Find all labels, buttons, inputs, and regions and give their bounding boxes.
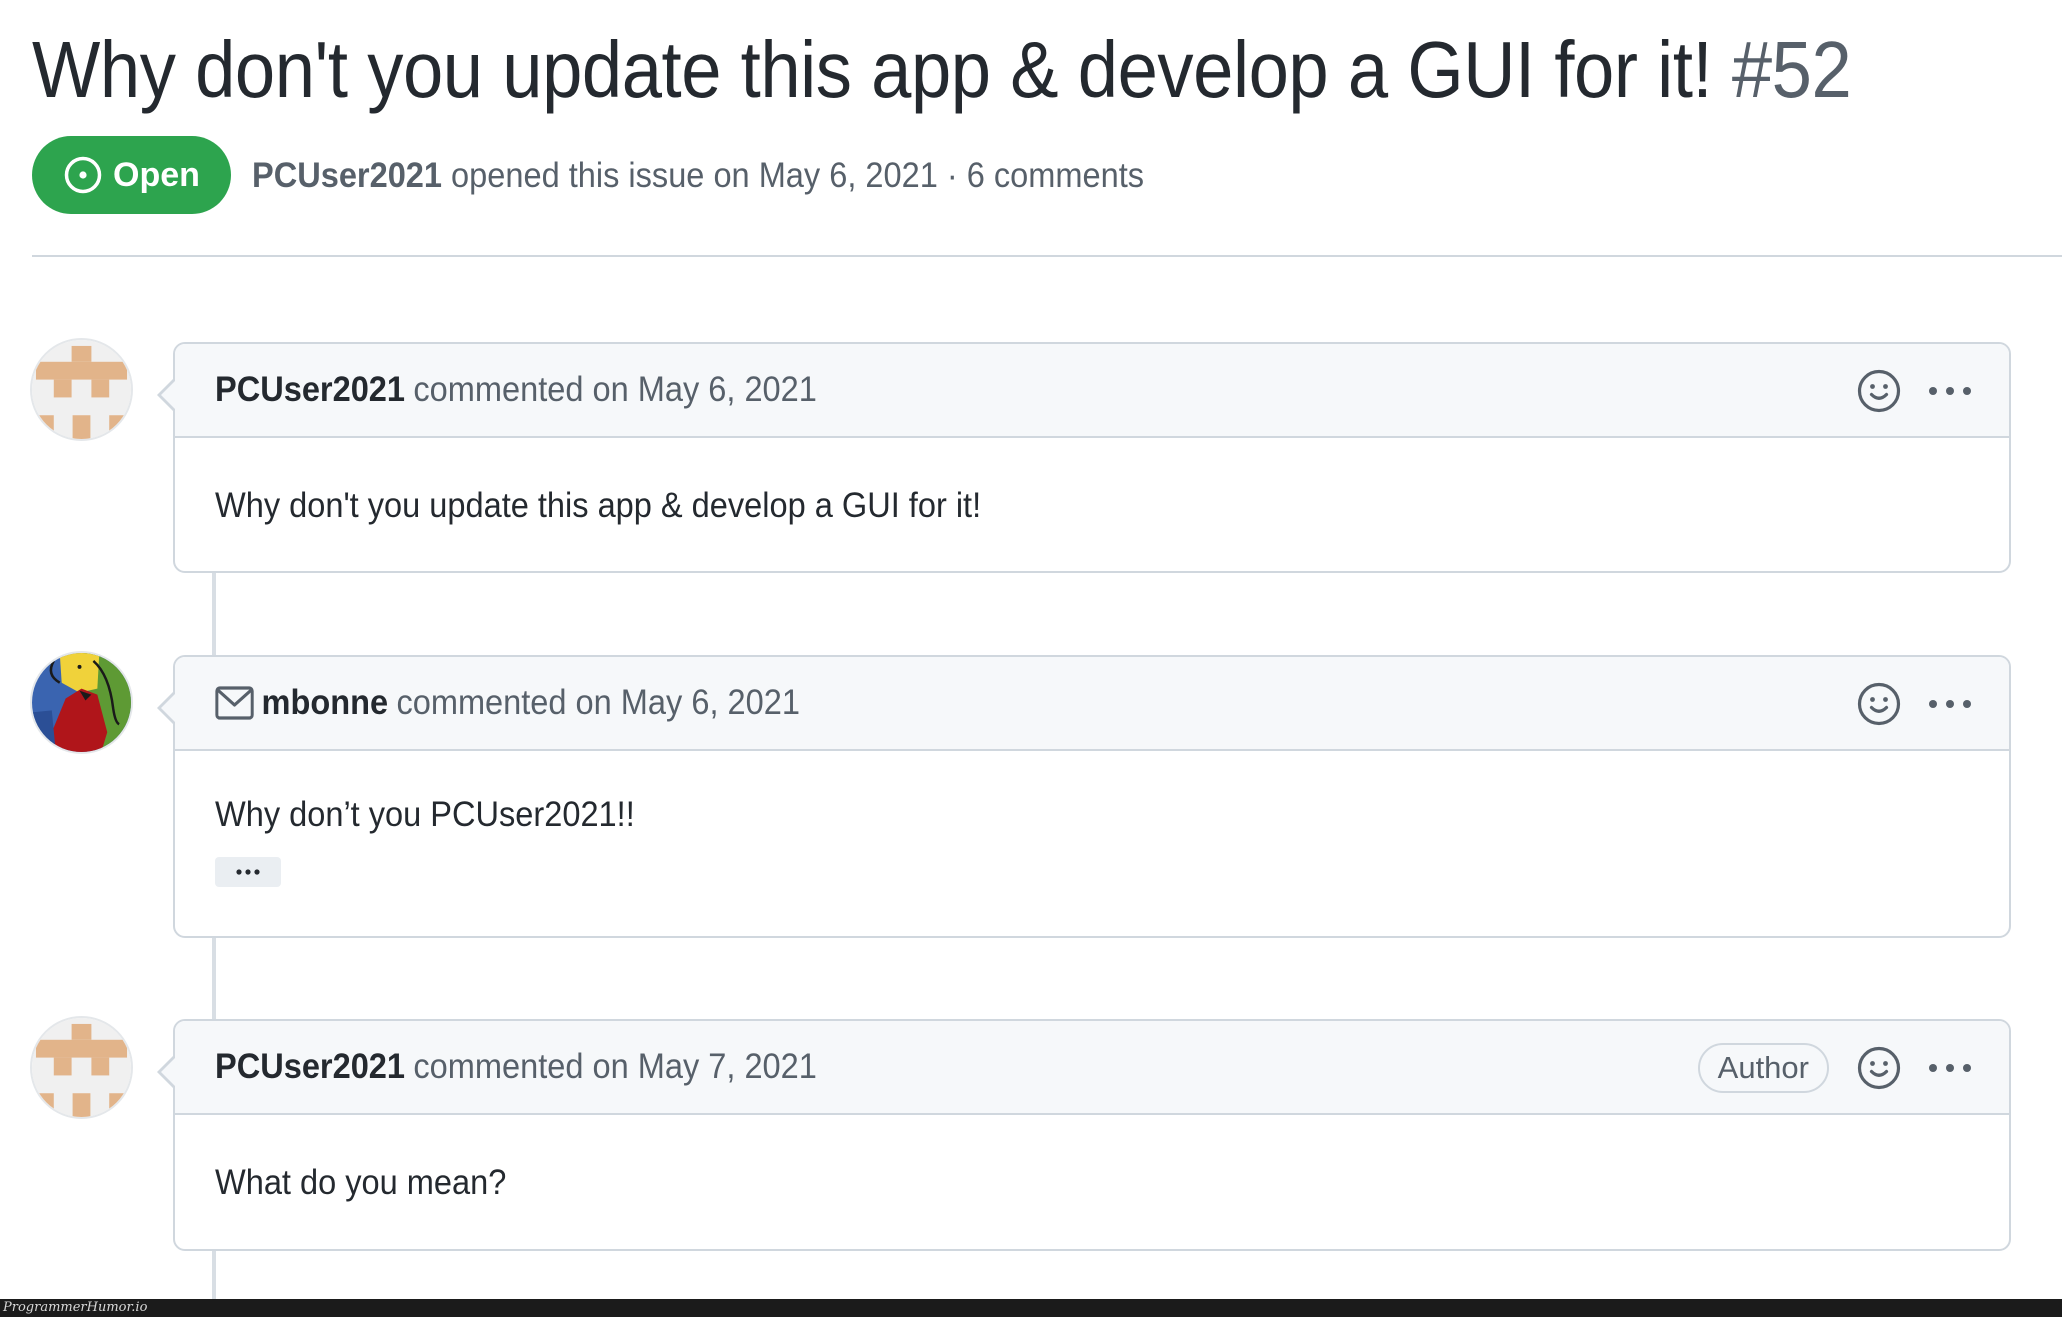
issue-state-label: Open	[113, 155, 200, 194]
comment-body: Why don’t you PCUser2021!!	[175, 751, 2009, 887]
comment-header: PCUser2021 commented on May 6, 2021	[175, 344, 2009, 438]
timeline-connector	[212, 938, 216, 1019]
comment-actions	[1857, 344, 1973, 438]
comment-actions: Author	[1697, 1021, 1973, 1115]
comment-header-text: mbonne commented on May 6, 2021	[215, 683, 800, 723]
issue-number: #52	[1731, 25, 1852, 114]
comment-timestamp[interactable]: commented on May 6, 2021	[413, 370, 817, 410]
issue-title: Why don't you update this app & develop …	[32, 22, 1852, 118]
add-reaction-icon[interactable]	[1857, 1046, 1901, 1090]
author-role-badge: Author	[1697, 1043, 1829, 1093]
comment: PCUser2021 commented on May 7, 2021 Auth…	[157, 1019, 2011, 1251]
comment: PCUser2021 commented on May 6, 2021 Why …	[157, 342, 2011, 573]
comment-header: PCUser2021 commented on May 7, 2021 Auth…	[175, 1021, 2009, 1115]
timeline-connector	[212, 1251, 216, 1299]
comment-author-link[interactable]: PCUser2021	[215, 1047, 405, 1087]
kebab-horizontal-icon[interactable]	[1927, 697, 1973, 711]
watermark-text: ProgrammerHumor.io	[3, 1300, 148, 1315]
mail-icon	[215, 686, 254, 720]
issue-opened-icon	[64, 156, 102, 194]
show-hidden-content-button[interactable]	[215, 857, 281, 887]
comment-timestamp[interactable]: commented on May 7, 2021	[413, 1047, 817, 1087]
comment-body: What do you mean?	[175, 1115, 2009, 1205]
issue-title-text: Why don't you update this app & develop …	[32, 25, 1713, 114]
add-reaction-icon[interactable]	[1857, 369, 1901, 413]
comment-body-text: Why don’t you PCUser2021!!	[215, 795, 635, 834]
comment-body-text: What do you mean?	[215, 1163, 507, 1202]
add-reaction-icon[interactable]	[1857, 682, 1901, 726]
comment: mbonne commented on May 6, 2021 Why don’…	[157, 655, 2011, 938]
header-divider	[32, 255, 2062, 257]
comment-header: mbonne commented on May 6, 2021	[175, 657, 2009, 751]
comment-avatar-pcuser2021[interactable]	[30, 1016, 133, 1119]
issue-meta: PCUser2021 opened this issue on May 6, 2…	[252, 154, 1144, 198]
comment-author-link[interactable]: PCUser2021	[215, 370, 405, 410]
kebab-horizontal-icon[interactable]	[1927, 384, 1973, 398]
comment-author-link[interactable]: mbonne	[262, 683, 389, 723]
issue-state-badge: Open	[32, 136, 231, 214]
ellipsis-icon	[236, 869, 260, 875]
identicon-avatar-icon	[32, 1018, 131, 1117]
comment-header-text: PCUser2021 commented on May 6, 2021	[215, 370, 817, 410]
timeline-connector	[212, 573, 216, 655]
kebab-horizontal-icon[interactable]	[1927, 1061, 1973, 1075]
comment-body-text: Why don't you update this app & develop …	[215, 486, 982, 525]
identicon-avatar-icon	[32, 340, 131, 439]
comment-actions	[1857, 657, 1973, 751]
comment-body: Why don't you update this app & develop …	[175, 438, 2009, 528]
issue-author-link[interactable]: PCUser2021	[252, 156, 442, 195]
issue-meta-text: opened this issue on May 6, 2021 · 6 com…	[442, 156, 1145, 195]
painting-avatar-icon	[32, 653, 131, 752]
watermark-bar: ProgrammerHumor.io	[0, 1299, 2062, 1317]
comment-header-text: PCUser2021 commented on May 7, 2021	[215, 1047, 817, 1087]
comment-timestamp[interactable]: commented on May 6, 2021	[396, 683, 800, 723]
comment-avatar-pcuser2021[interactable]	[30, 338, 133, 441]
comment-avatar-mbonne[interactable]	[30, 651, 133, 754]
